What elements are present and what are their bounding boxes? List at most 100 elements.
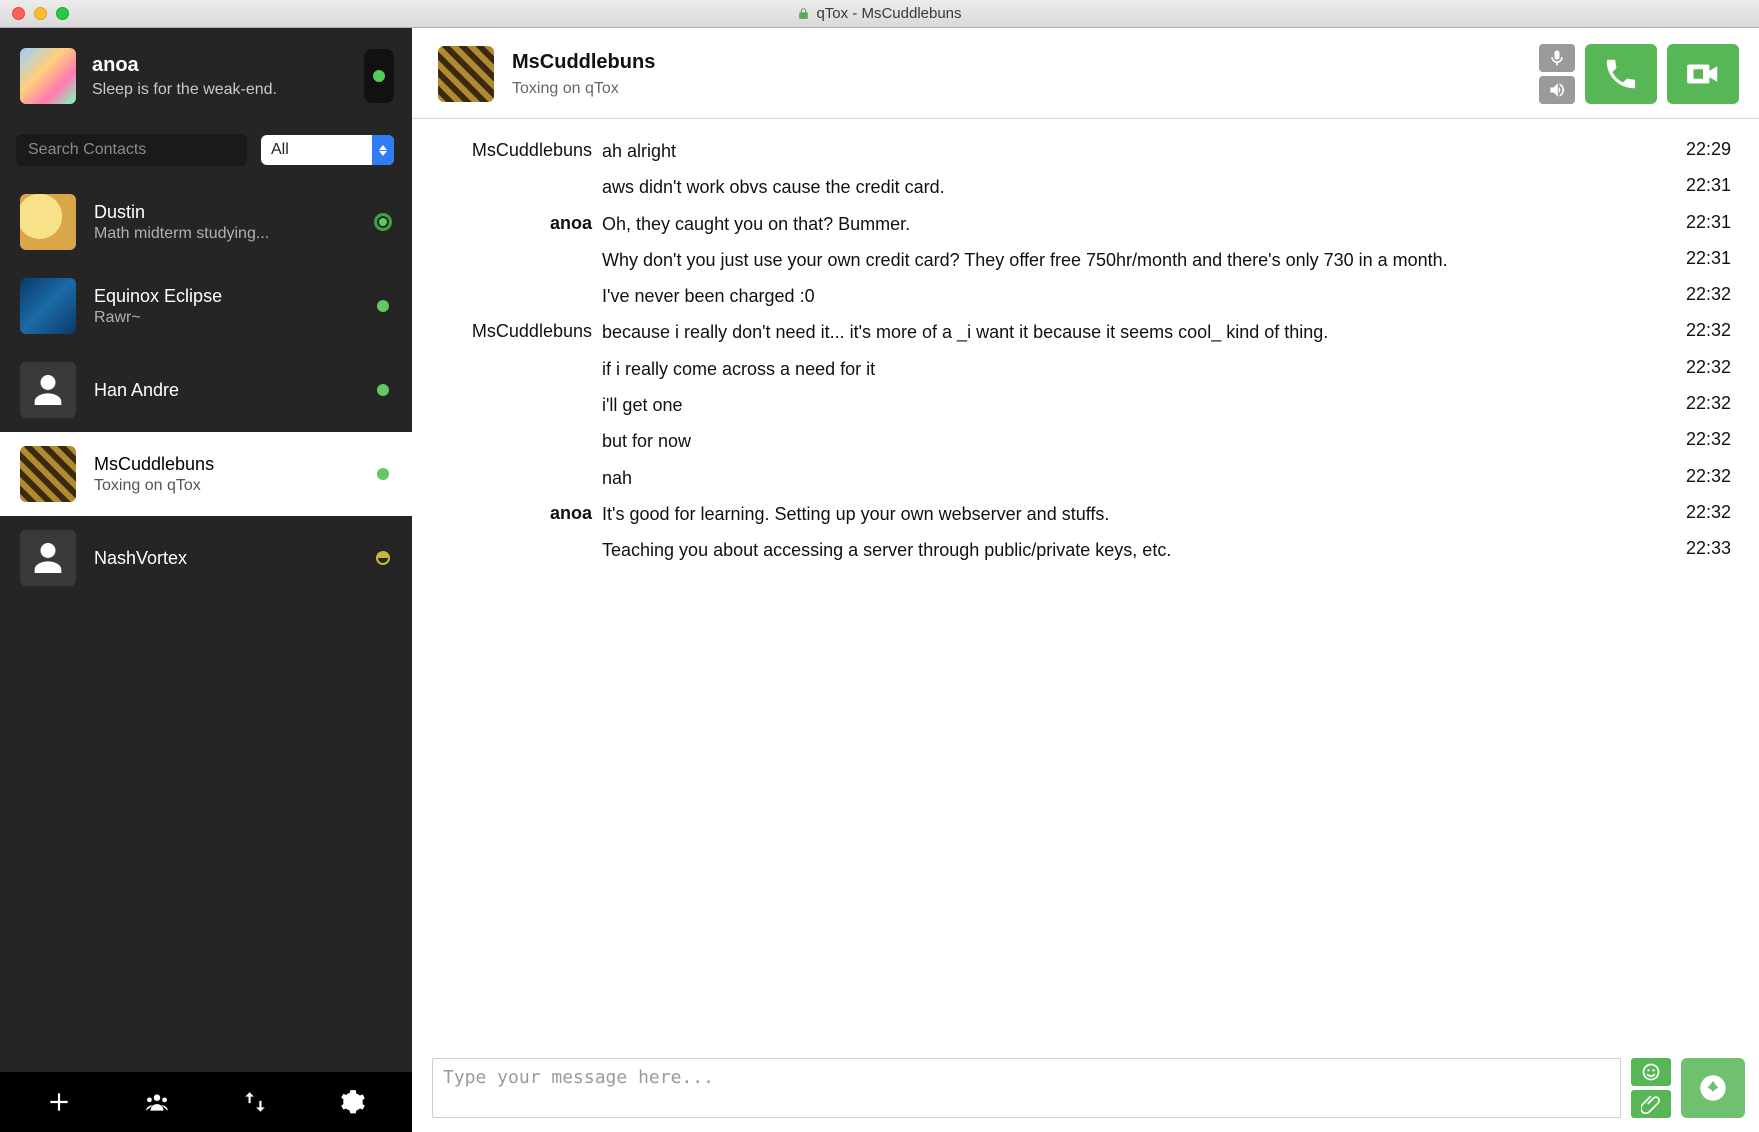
chat-header: MsCuddlebuns Toxing on qTox <box>412 28 1759 119</box>
message-sender <box>422 466 592 467</box>
paperclip-icon <box>1641 1094 1661 1114</box>
message-time: 22:31 <box>1667 175 1731 196</box>
speaker-icon <box>1547 80 1567 100</box>
message-sender <box>422 538 592 539</box>
send-message-button[interactable] <box>1681 1058 1745 1118</box>
transfer-icon <box>242 1089 268 1115</box>
settings-button[interactable] <box>331 1080 375 1124</box>
message-sender: anoa <box>422 212 592 234</box>
sidebar-toolbar <box>0 1072 412 1132</box>
message-row: aws didn't work obvs cause the credit ca… <box>422 169 1731 205</box>
message-sender <box>422 357 592 358</box>
window-minimize-button[interactable] <box>34 7 47 20</box>
message-sender <box>422 248 592 249</box>
message-sender <box>422 284 592 285</box>
contact-name: Han Andre <box>94 380 356 401</box>
window-zoom-button[interactable] <box>56 7 69 20</box>
message-row: Why don't you just use your own credit c… <box>422 242 1731 278</box>
mute-mic-button[interactable] <box>1539 44 1575 72</box>
contact-item[interactable]: NashVortex <box>0 516 412 600</box>
chat-panel: MsCuddlebuns Toxing on qTox <box>412 28 1759 1132</box>
contact-filter-value: All <box>271 141 289 159</box>
self-presence-toggle[interactable] <box>364 49 394 103</box>
message-input[interactable] <box>432 1058 1621 1118</box>
video-call-button[interactable] <box>1667 44 1739 104</box>
gear-icon <box>340 1089 366 1115</box>
contact-filter-select[interactable]: All <box>261 135 394 165</box>
contact-avatar <box>20 278 76 334</box>
sidebar: anoa Sleep is for the weak-end. All Dust… <box>0 28 412 1132</box>
contact-item[interactable]: Han Andre <box>0 348 412 432</box>
contact-item[interactable]: MsCuddlebuns Toxing on qTox <box>0 432 412 516</box>
message-text: nah <box>602 466 1657 490</box>
peer-avatar <box>438 46 494 102</box>
file-transfers-button[interactable] <box>233 1080 277 1124</box>
contact-list: Dustin Math midterm studying... Equinox Ec… <box>0 180 412 1072</box>
window-titlebar: qTox - MsCuddlebuns <box>0 0 1759 28</box>
message-row: nah 22:32 <box>422 460 1731 496</box>
dropdown-caret-icon <box>372 135 394 165</box>
self-name: anoa <box>92 54 348 77</box>
create-group-button[interactable] <box>135 1080 179 1124</box>
message-time: 22:31 <box>1667 212 1731 233</box>
message-sender <box>422 429 592 430</box>
message-text: I've never been charged :0 <box>602 284 1657 308</box>
contact-name: MsCuddlebuns <box>94 454 356 475</box>
message-row: anoa Oh, they caught you on that? Bummer.… <box>422 206 1731 242</box>
window-close-button[interactable] <box>12 7 25 20</box>
contact-item[interactable]: Equinox EclipseRawr~ <box>0 264 412 348</box>
message-time: 22:29 <box>1667 139 1731 160</box>
video-icon <box>1684 55 1722 93</box>
message-time: 22:32 <box>1667 502 1731 523</box>
message-row: I've never been charged :022:32 <box>422 278 1731 314</box>
message-time: 22:32 <box>1667 357 1731 378</box>
contact-avatar <box>20 194 76 250</box>
message-time: 22:32 <box>1667 393 1731 414</box>
message-text: Why don't you just use your own credit c… <box>602 248 1657 272</box>
audio-call-button[interactable] <box>1585 44 1657 104</box>
contact-presence-icon <box>374 468 392 480</box>
group-icon <box>144 1089 170 1115</box>
message-text: because i really don't need it... it's m… <box>602 320 1657 344</box>
contact-status: Toxing on qTox <box>94 477 356 495</box>
peer-name: MsCuddlebuns <box>512 51 1521 74</box>
message-time: 22:31 <box>1667 248 1731 269</box>
window-title: qTox - MsCuddlebuns <box>816 5 961 22</box>
contact-status: Math midterm studying... <box>94 225 356 243</box>
attach-file-button[interactable] <box>1631 1090 1671 1118</box>
message-row: but for now22:32 <box>422 423 1731 459</box>
message-sender: MsCuddlebuns <box>422 139 592 161</box>
message-text: Oh, they caught you on that? Bummer. <box>602 212 1657 236</box>
contact-name: Dustin <box>94 202 356 223</box>
message-time: 22:32 <box>1667 466 1731 487</box>
message-row: i'll get one22:32 <box>422 387 1731 423</box>
contact-name: Equinox Eclipse <box>94 286 356 307</box>
add-friend-button[interactable] <box>37 1080 81 1124</box>
contact-avatar <box>20 530 76 586</box>
message-row: MsCuddlebunsbecause i really don't need … <box>422 314 1731 350</box>
contact-presence-icon <box>374 384 392 396</box>
peer-status: Toxing on qTox <box>512 80 1521 98</box>
self-profile[interactable]: anoa Sleep is for the weak-end. <box>0 28 412 124</box>
message-row: Teaching you about accessing a server th… <box>422 532 1731 568</box>
contact-presence-icon <box>374 213 392 231</box>
contact-presence-icon <box>374 300 392 312</box>
lock-icon <box>797 6 810 21</box>
message-sender <box>422 175 592 176</box>
send-icon <box>1696 1071 1730 1105</box>
contact-presence-icon <box>374 551 392 565</box>
message-time: 22:32 <box>1667 320 1731 341</box>
contact-item[interactable]: Dustin Math midterm studying... <box>0 180 412 264</box>
message-time: 22:33 <box>1667 538 1731 559</box>
message-list[interactable]: MsCuddlebuns ah alright 22:29 aws didn't wo… <box>412 119 1759 1050</box>
message-text: ah alright <box>602 139 1657 163</box>
search-contacts-input[interactable] <box>16 134 247 166</box>
message-text: aws didn't work obvs cause the credit ca… <box>602 175 1657 199</box>
message-sender <box>422 393 592 394</box>
plus-icon <box>46 1089 72 1115</box>
message-text: It's good for learning. Setting up your … <box>602 502 1657 526</box>
emoji-picker-button[interactable] <box>1631 1058 1671 1086</box>
contact-avatar <box>20 362 76 418</box>
mute-speaker-button[interactable] <box>1539 76 1575 104</box>
message-time: 22:32 <box>1667 429 1731 450</box>
